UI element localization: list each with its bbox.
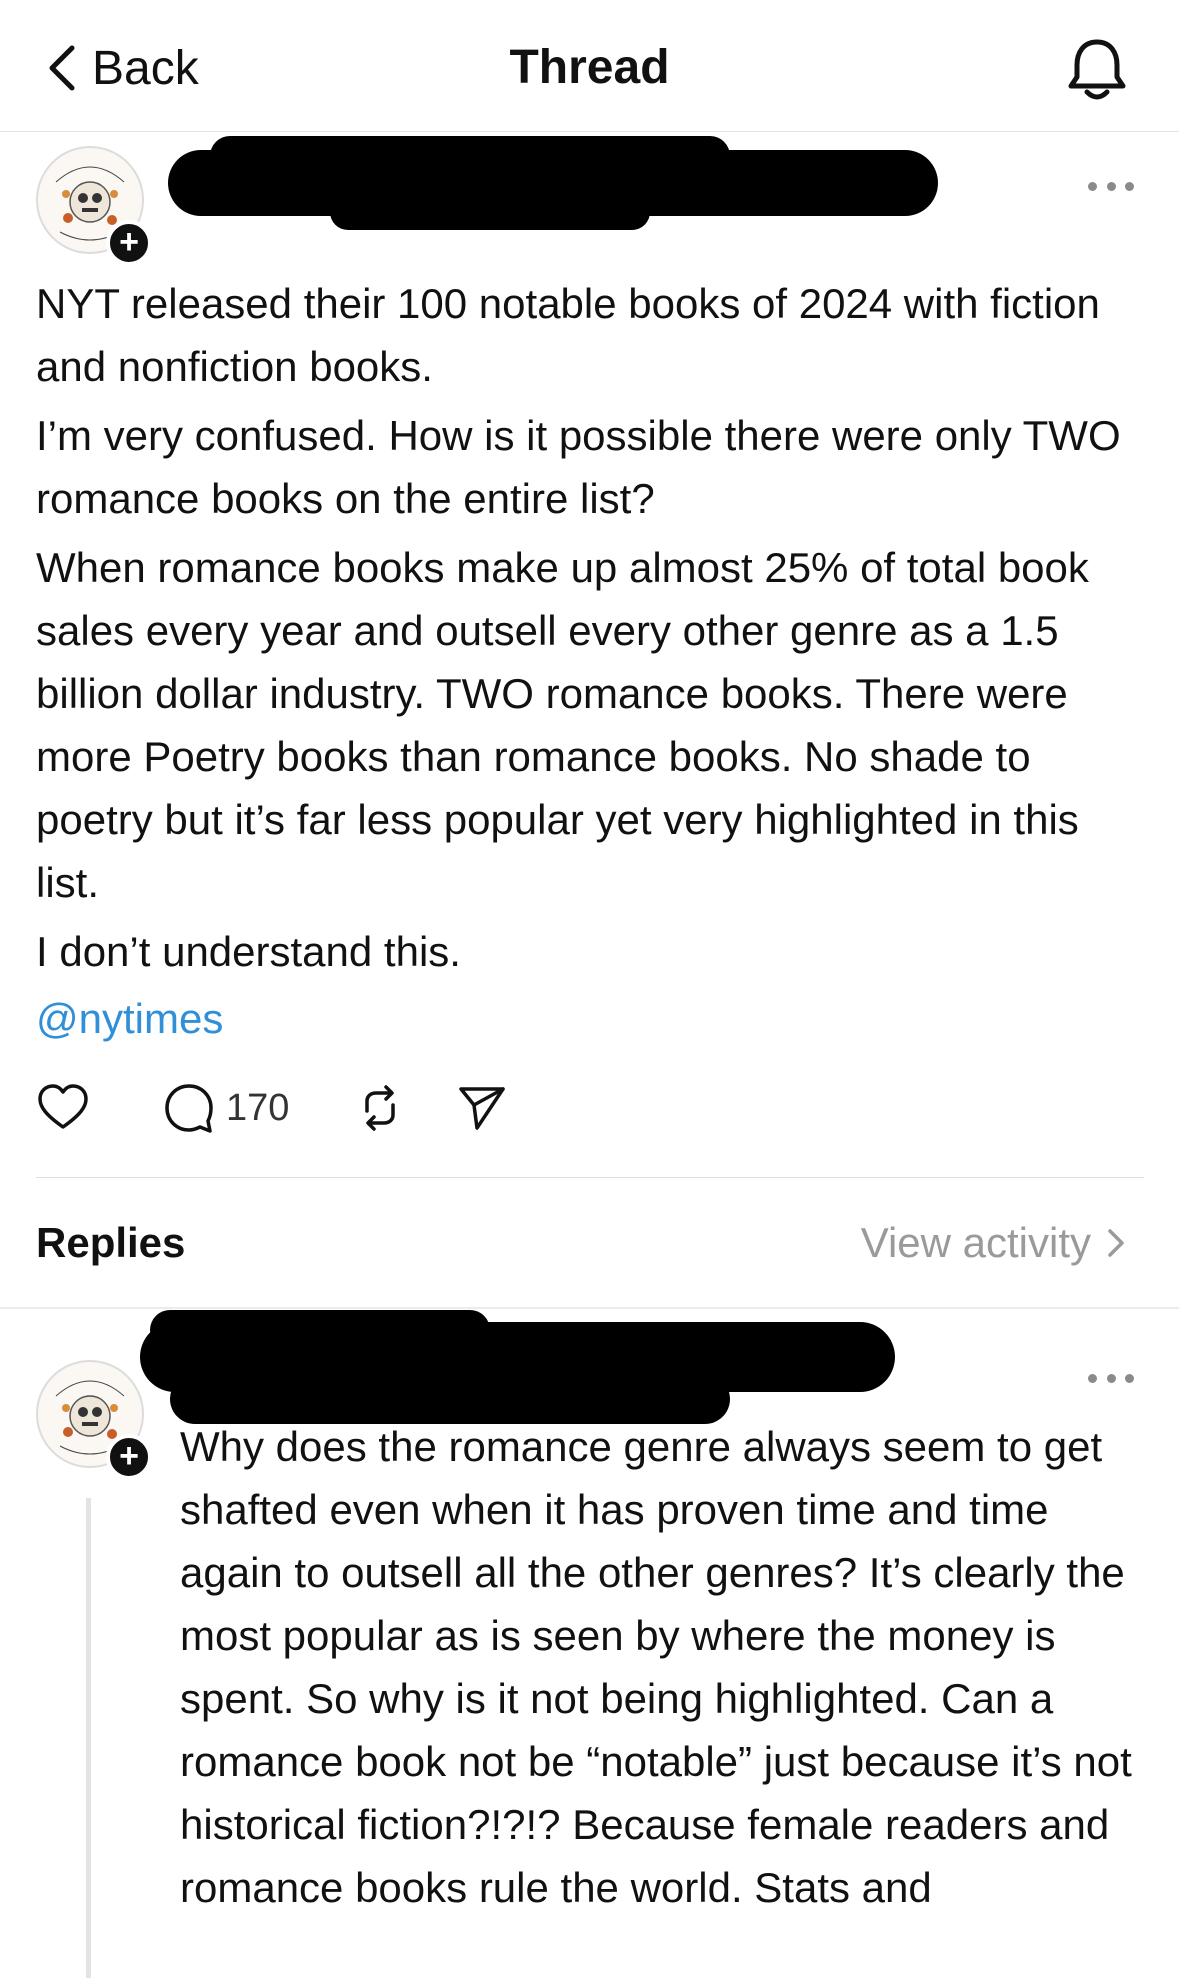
follow-plus-button[interactable]: + — [106, 220, 152, 266]
divider — [36, 1177, 1144, 1178]
post-paragraph: When romance books make up almost 25% of… — [36, 544, 1089, 906]
post-paragraph: I’m very confused. How is it possible th… — [36, 412, 1121, 522]
bell-icon[interactable] — [1065, 36, 1129, 104]
send-icon — [459, 1087, 506, 1130]
back-label: Back — [92, 41, 199, 95]
avatar[interactable]: + — [36, 1360, 152, 1480]
repost-button[interactable] — [353, 1081, 407, 1135]
share-button[interactable] — [455, 1081, 509, 1135]
redacted-username-overlap — [150, 1310, 490, 1350]
repost-icon — [365, 1085, 396, 1131]
thread-connector-line — [86, 1498, 91, 1978]
post-paragraph: I don’t understand this. — [36, 928, 461, 975]
post-paragraph: NYT released their 100 notable books of … — [36, 280, 1100, 390]
avatar[interactable]: + — [36, 146, 152, 266]
post-body: NYT released their 100 notable books of … — [36, 272, 1146, 989]
top-nav-bar: Back Thread — [0, 0, 1179, 132]
reply-body: Why does the romance genre always seem t… — [180, 1423, 1132, 1911]
redacted-username-overlap — [210, 136, 730, 176]
section-separator — [0, 1307, 1179, 1309]
more-options-button[interactable] — [1088, 1370, 1134, 1386]
back-button[interactable]: Back — [44, 40, 199, 96]
chevron-right-icon — [1108, 1229, 1124, 1257]
thread-screen: Back Thread + NYT released their 100 not — [0, 0, 1179, 1978]
comment-icon — [165, 1084, 213, 1133]
chevron-left-icon — [49, 45, 75, 91]
follow-plus-button[interactable]: + — [106, 1434, 152, 1480]
post-actions: 170 — [36, 1078, 509, 1138]
view-activity-link[interactable]: View activity — [861, 1215, 1127, 1271]
like-button[interactable] — [36, 1081, 90, 1135]
more-options-button[interactable] — [1088, 178, 1134, 194]
redacted-username-overlap — [330, 194, 650, 230]
reply-button[interactable]: 170 — [162, 1081, 289, 1135]
heart-icon — [38, 1084, 88, 1129]
view-activity-label: View activity — [860, 1219, 1091, 1266]
replies-heading: Replies — [36, 1219, 186, 1266]
reply-count: 170 — [226, 1086, 290, 1129]
mention-link[interactable]: @nytimes — [36, 987, 223, 1050]
